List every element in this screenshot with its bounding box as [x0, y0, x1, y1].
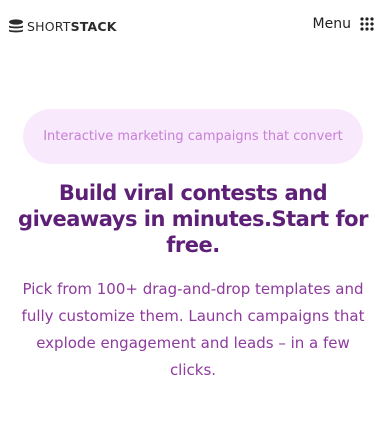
shortstack-logo-icon: [9, 19, 23, 33]
menu-label: Menu: [312, 16, 351, 32]
hero-headline: Build viral contests and giveaways in mi…: [18, 181, 368, 257]
grid-dots-icon: [360, 17, 374, 31]
logo-wordmark: SHORTSTACK: [27, 19, 117, 34]
hero-description: Pick from 100+ drag-and-drop templates a…: [21, 280, 365, 379]
logo-text-short: SHORT: [27, 18, 71, 34]
menu-button[interactable]: Menu: [313, 13, 374, 35]
site-header: SHORTSTACK Menu: [0, 0, 386, 52]
shortstack-logo[interactable]: SHORTSTACK: [8, 17, 117, 35]
tagline-pill: Interactive marketing campaigns that con…: [23, 109, 363, 164]
logo-text-stack: STACK: [70, 18, 117, 34]
tagline-text: Interactive marketing campaigns that con…: [43, 129, 343, 144]
